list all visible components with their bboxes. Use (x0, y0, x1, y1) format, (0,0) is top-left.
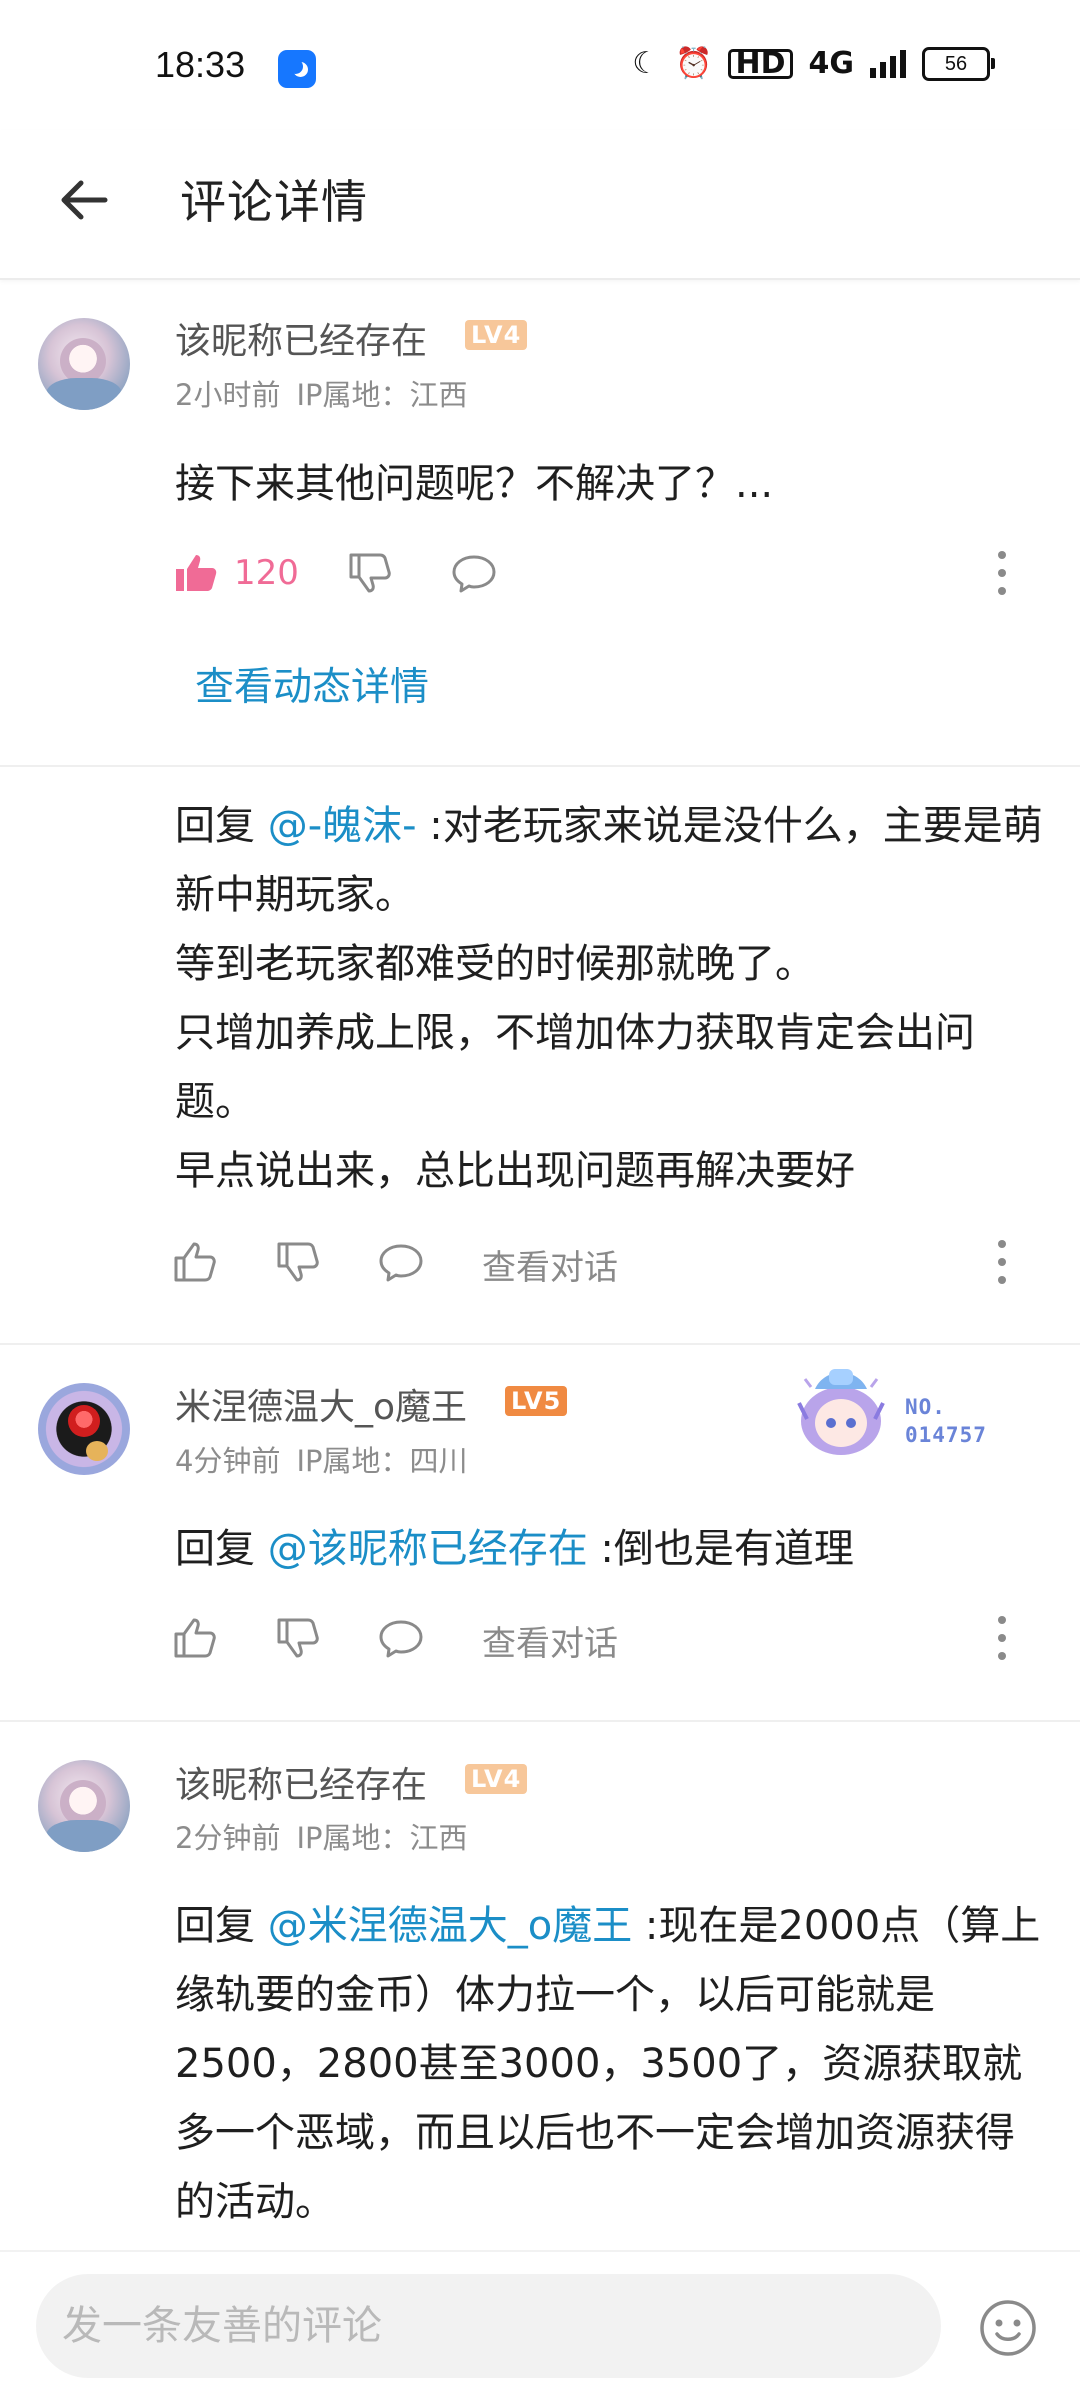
nickname[interactable]: 米涅德温大_o魔王 (175, 1378, 467, 1430)
avatar[interactable] (38, 1760, 130, 1852)
like-button[interactable]: 120 (172, 543, 299, 603)
reply-text: 回复 @该昵称已经存在 :倒也是有道理 (175, 1526, 854, 1572)
moon-icon: ☾ (632, 46, 660, 81)
back-arrow-icon[interactable] (55, 170, 115, 230)
alarm-icon: ⏰ (675, 46, 713, 81)
badge-number: NO. 014757 (905, 1395, 987, 1447)
ip-location: IP属地：江西 (296, 378, 468, 412)
page-title: 评论详情 (180, 175, 368, 229)
nickname[interactable]: 该昵称已经存在 (175, 1756, 427, 1808)
comment-actions: 120 (172, 543, 1022, 603)
mention-link[interactable]: @该昵称已经存在 (268, 1526, 588, 1572)
dislike-button[interactable] (275, 1608, 323, 1668)
emoji-icon[interactable] (978, 2298, 1038, 2358)
like-button[interactable] (172, 1232, 220, 1292)
comment-time: 2分钟前 (175, 1821, 281, 1855)
comment-bubble-icon (379, 1620, 423, 1658)
top-bar: 评论详情 (0, 130, 1080, 280)
like-button[interactable] (172, 1608, 220, 1668)
comment-input[interactable] (36, 2274, 902, 2378)
mention-link[interactable]: @-魄沫- (268, 803, 417, 849)
fan-badge: NO. 014757 (785, 1355, 1010, 1465)
reply-button[interactable] (377, 1608, 425, 1668)
comment-meta: 2小时前 IP属地：江西 (175, 372, 468, 414)
comment-input-bar (0, 2250, 1080, 2402)
thumbs-up-icon (174, 1242, 216, 1282)
comment-bubble-icon (379, 1244, 423, 1282)
more-options-button[interactable] (982, 1612, 1022, 1664)
thumbs-up-filled-icon (176, 555, 217, 591)
comment-text: 接下来其他问题呢？不解决了？... (175, 461, 774, 507)
status-time: 18:33 (155, 44, 246, 85)
comment-actions: 查看对话 (172, 1608, 1022, 1668)
thumbs-down-icon (277, 1618, 319, 1658)
network-type-icon: 4G (808, 45, 855, 81)
divider (0, 1343, 1080, 1345)
thumbs-down-icon (277, 1242, 319, 1282)
signal-icon (870, 49, 906, 78)
level-badge: LV4 (465, 320, 528, 350)
hd-icon: HD (728, 48, 793, 79)
comment-input-container (36, 2274, 941, 2378)
chibi-character-badge-icon (797, 1369, 885, 1455)
comment-time: 2小时前 (175, 378, 281, 412)
comment-time: 4分钟前 (175, 1444, 281, 1478)
view-post-detail-link[interactable]: 查看动态详情 (195, 656, 429, 712)
reply-button[interactable] (450, 543, 498, 603)
divider (0, 765, 1080, 767)
divider (0, 1720, 1080, 1722)
ip-location: IP属地：四川 (296, 1444, 468, 1478)
notification-app-icon (278, 50, 316, 88)
avatar[interactable] (38, 318, 130, 410)
comment-bubble-icon (452, 555, 496, 593)
comment-meta: 4分钟前 IP属地：四川 (175, 1438, 468, 1480)
avatar[interactable] (38, 1383, 130, 1475)
dislike-button[interactable] (275, 1232, 323, 1292)
mention-link[interactable]: @米涅德温大_o魔王 (268, 1903, 632, 1949)
thumbs-up-icon (174, 1618, 216, 1658)
thumbs-down-icon (349, 553, 391, 593)
comment-actions: 查看对话 (172, 1232, 1022, 1292)
more-options-button[interactable] (982, 1236, 1022, 1288)
level-badge: LV4 (465, 1764, 528, 1794)
status-icons: ☾ ⏰ HD 4G 56 (632, 45, 995, 81)
level-badge: LV5 (505, 1386, 568, 1416)
reply-button[interactable] (377, 1232, 425, 1292)
reply-text: 回复 @-魄沫- :对老玩家来说是没什么，主要是萌新中期玩家。 等到老玩家都难受… (175, 803, 1043, 1194)
status-bar: 18:33 ☾ ⏰ HD 4G 56 (0, 0, 1080, 130)
view-conversation-link[interactable]: 查看对话 (482, 1616, 618, 1665)
reply-text: 回复 @米涅德温大_o魔王 :现在是2000点（算上缘轨要的金币）体力拉一个，以… (175, 1903, 1041, 2225)
nickname[interactable]: 该昵称已经存在 (175, 312, 427, 364)
battery-icon: 56 (922, 46, 995, 81)
more-options-button[interactable] (982, 547, 1022, 599)
ip-location: IP属地：江西 (296, 1821, 468, 1855)
dislike-button[interactable] (347, 543, 395, 603)
view-conversation-link[interactable]: 查看对话 (482, 1240, 618, 1289)
like-count: 120 (234, 553, 299, 593)
comment-meta: 2分钟前 IP属地：江西 (175, 1815, 468, 1857)
